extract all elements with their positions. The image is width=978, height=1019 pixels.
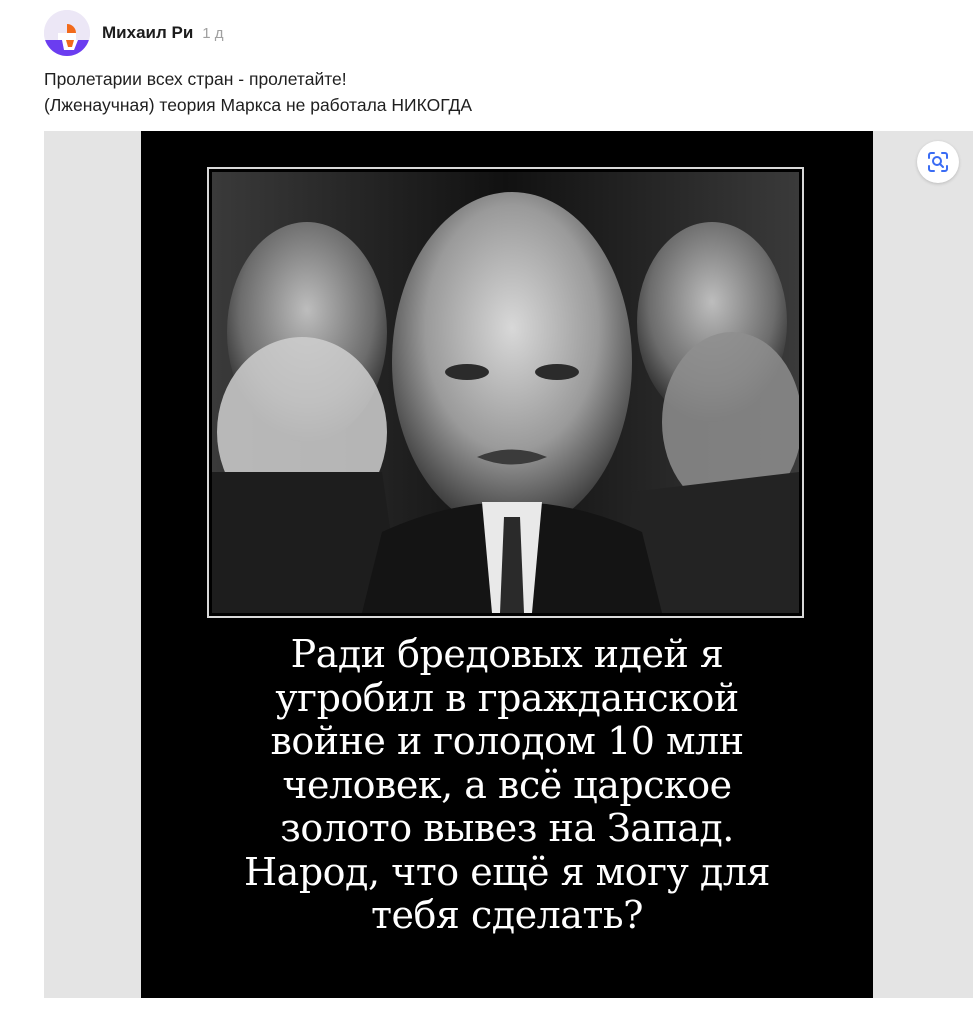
caption-line: угробил в гражданской	[275, 675, 739, 720]
image-search-button[interactable]	[917, 141, 959, 183]
caption-line: золото вывез на Запад.	[280, 806, 734, 850]
caption-line: Ради бредовых идей я	[290, 632, 724, 676]
portraits-photo	[212, 172, 799, 613]
caption-line: войне и голодом 10 млн	[270, 719, 744, 763]
demotivator-poster: Ради бредовых идей я угробил в гражданск…	[141, 131, 873, 998]
comment-image[interactable]: Ради бредовых идей я угробил в гражданск…	[44, 131, 973, 998]
comment-text-line: (Лженаучная) теория Маркса не работала Н…	[44, 95, 473, 115]
avatar[interactable]	[44, 10, 90, 56]
poster-caption: Ради бредовых идей я угробил в гражданск…	[141, 632, 873, 938]
author-name[interactable]: Михаил Ри	[102, 23, 193, 43]
comment-time: 1 д	[202, 24, 224, 42]
avatar-graphic	[44, 10, 90, 56]
comment-text-line: Пролетарии всех стран - пролетайте!	[44, 69, 347, 89]
image-search-lens-icon	[928, 152, 948, 172]
caption-line: тебя сделать?	[371, 893, 644, 937]
comment-header: Михаил Ри 1 д	[44, 10, 224, 56]
portrait-photo-frame	[207, 167, 804, 618]
caption-line: человек, а всё царское	[282, 762, 732, 807]
caption-line: Народ, что ещё я могу для	[244, 849, 770, 894]
comment-text: Пролетарии всех стран - пролетайте! (Лже…	[44, 66, 472, 118]
